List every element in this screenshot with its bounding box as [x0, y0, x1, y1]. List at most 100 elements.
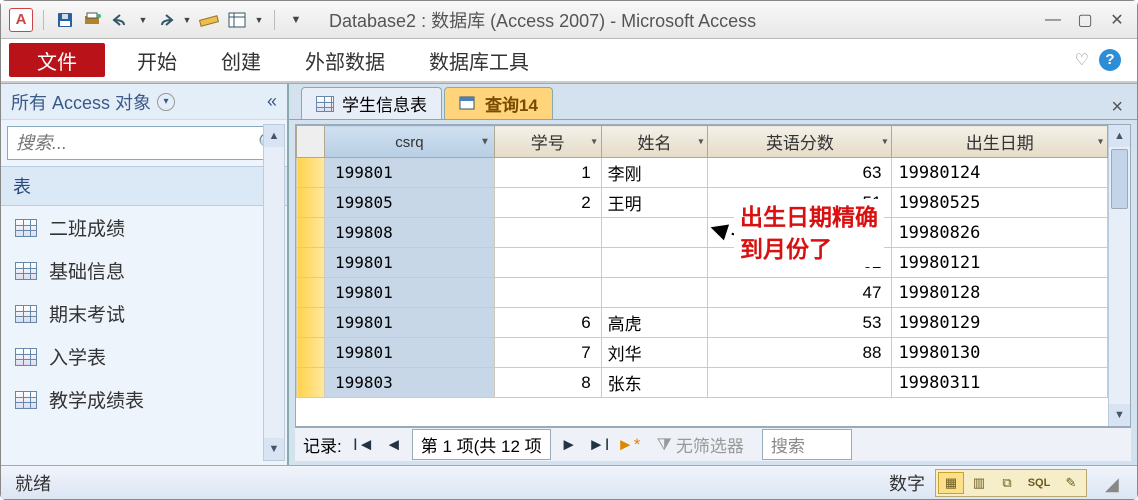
nav-item-table[interactable]: 入学表 [1, 335, 287, 378]
last-record-button[interactable]: ►I [587, 433, 611, 457]
cell-yy[interactable]: 51 [708, 188, 892, 218]
cell-yy[interactable]: 53 [708, 308, 892, 338]
column-dropdown-icon[interactable]: ▾ [698, 136, 703, 147]
cell-date[interactable]: 19980128 [892, 278, 1108, 308]
ribbon-minimize-icon[interactable]: ♡ [1075, 50, 1089, 70]
nav-item-table[interactable]: 基础信息 [1, 249, 287, 292]
column-header-xh[interactable]: 学号▾ [494, 126, 601, 158]
cell-csrq[interactable]: 199801 [325, 338, 495, 368]
column-dropdown-icon[interactable]: ▾ [1098, 136, 1103, 147]
cell-yy[interactable]: 63 [708, 158, 892, 188]
cell-date[interactable]: 19980130 [892, 338, 1108, 368]
cell-xh[interactable] [494, 278, 601, 308]
column-dropdown-icon[interactable]: ▾ [882, 136, 887, 147]
tab-database-tools[interactable]: 数据库工具 [407, 39, 551, 81]
scroll-up-icon[interactable]: ▲ [1109, 125, 1130, 147]
datasheet-view-button[interactable]: ▦ [938, 472, 964, 494]
cell-yy[interactable]: 47 [708, 278, 892, 308]
tab-home[interactable]: 开始 [115, 39, 199, 81]
nav-item-table[interactable]: 期末考试 [1, 292, 287, 335]
cell-csrq[interactable]: 199805 [325, 188, 495, 218]
cell-csrq[interactable]: 199803 [325, 368, 495, 398]
tab-external-data[interactable]: 外部数据 [283, 39, 407, 81]
cell-xh[interactable] [494, 248, 601, 278]
cell-xm[interactable] [601, 218, 708, 248]
doctab-close-button[interactable]: × [1097, 96, 1137, 119]
row-selector[interactable] [297, 218, 325, 248]
cell-yy[interactable]: 88 [708, 338, 892, 368]
cell-xh[interactable] [494, 218, 601, 248]
search-input[interactable] [8, 127, 258, 159]
table-row[interactable]: 1998016高虎5319980129 [297, 308, 1108, 338]
cell-csrq[interactable]: 199801 [325, 308, 495, 338]
form-icon[interactable] [226, 9, 248, 31]
tab-create[interactable]: 创建 [199, 39, 283, 81]
cell-xm[interactable] [601, 278, 708, 308]
doctab-query14[interactable]: 查询14 [444, 87, 553, 119]
help-icon[interactable]: ? [1099, 49, 1121, 71]
scroll-thumb[interactable] [1111, 149, 1128, 209]
cell-date[interactable]: 19980311 [892, 368, 1108, 398]
redo-icon[interactable] [154, 9, 176, 31]
row-selector[interactable] [297, 308, 325, 338]
navpane-header[interactable]: 所有 Access 对象 ▾ « [1, 84, 287, 120]
row-selector[interactable] [297, 278, 325, 308]
prev-record-button[interactable]: ◄ [382, 433, 406, 457]
row-selector[interactable] [297, 338, 325, 368]
cell-date[interactable]: 19980121 [892, 248, 1108, 278]
cell-xh[interactable]: 6 [494, 308, 601, 338]
cell-xm[interactable]: 刘华 [601, 338, 708, 368]
column-dropdown-icon[interactable]: ▼ [480, 136, 490, 147]
undo-dropdown-icon[interactable]: ▼ [138, 9, 148, 31]
select-all-cell[interactable] [297, 126, 325, 158]
cell-date[interactable]: 19980826 [892, 218, 1108, 248]
table-row[interactable]: 1998017刘华8819980130 [297, 338, 1108, 368]
quick-print-icon[interactable] [82, 9, 104, 31]
cell-xh[interactable]: 7 [494, 338, 601, 368]
nav-item-table[interactable]: 二班成绩 [1, 206, 287, 249]
table-row[interactable]: 1998016219980121 [297, 248, 1108, 278]
navpane-dropdown-icon[interactable]: ▾ [157, 93, 175, 111]
column-header-csrq[interactable]: csrq▼ [325, 126, 495, 158]
table-row[interactable]: 199801 4719980128 [297, 278, 1108, 308]
column-header-yy[interactable]: 英语分数▾ [708, 126, 892, 158]
nav-group-tables[interactable]: 表 « [1, 166, 287, 206]
recnav-search-input[interactable]: 搜索 [762, 429, 852, 460]
close-button[interactable]: ✕ [1105, 10, 1129, 30]
cell-csrq[interactable]: 199801 [325, 278, 495, 308]
cell-xm[interactable]: 王明 [601, 188, 708, 218]
data-table[interactable]: csrq▼ 学号▾ 姓名▾ 英语分数▾ 出生日期▾ 1998011李刚63199… [296, 125, 1108, 398]
cell-date[interactable]: 19980124 [892, 158, 1108, 188]
save-icon[interactable] [54, 9, 76, 31]
cell-xm[interactable]: 高虎 [601, 308, 708, 338]
record-position[interactable]: 第 1 项(共 12 项 [412, 429, 551, 460]
cell-xh[interactable]: 1 [494, 158, 601, 188]
row-selector[interactable] [297, 248, 325, 278]
table-row[interactable]: 1998011李刚6319980124 [297, 158, 1108, 188]
ruler-icon[interactable] [198, 9, 220, 31]
row-selector[interactable] [297, 188, 325, 218]
column-header-date[interactable]: 出生日期▾ [892, 126, 1108, 158]
design-view-button[interactable]: ✎ [1058, 472, 1084, 494]
qat-customize-icon[interactable]: ▼ [285, 9, 307, 31]
pivot-table-view-button[interactable]: ▥ [966, 472, 992, 494]
column-dropdown-icon[interactable]: ▾ [592, 136, 597, 147]
form-dropdown-icon[interactable]: ▼ [254, 9, 264, 31]
cell-csrq[interactable]: 199801 [325, 158, 495, 188]
scroll-down-icon[interactable]: ▼ [264, 438, 284, 460]
table-row[interactable]: 1998087519980826 [297, 218, 1108, 248]
cell-yy[interactable]: 62 [708, 248, 892, 278]
minimize-button[interactable]: ― [1041, 10, 1065, 30]
sql-view-button[interactable]: SQL [1022, 472, 1056, 494]
nav-item-table[interactable]: 教学成绩表 [1, 378, 287, 421]
cell-xh[interactable]: 2 [494, 188, 601, 218]
table-row[interactable]: 1998038张东19980311 [297, 368, 1108, 398]
redo-dropdown-icon[interactable]: ▼ [182, 9, 192, 31]
row-selector[interactable] [297, 368, 325, 398]
row-selector[interactable] [297, 158, 325, 188]
resize-grip-icon[interactable]: ◢ [1105, 474, 1123, 492]
cell-yy[interactable] [708, 368, 892, 398]
pivot-chart-view-button[interactable]: ⧉ [994, 472, 1020, 494]
doctab-student-info[interactable]: 学生信息表 [301, 87, 442, 119]
file-tab[interactable]: 文件 [9, 43, 105, 77]
